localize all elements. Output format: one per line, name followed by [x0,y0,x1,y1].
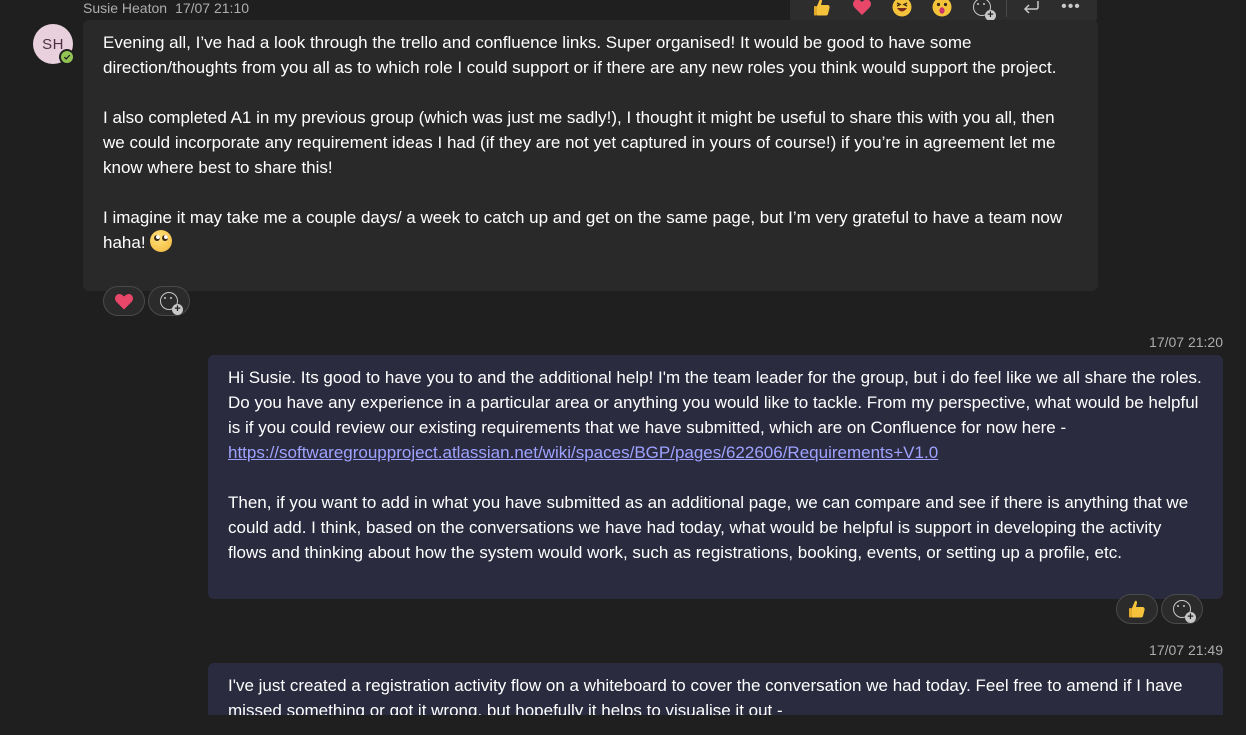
message-action-toolbar: ••• [790,0,1097,22]
sender-name: Susie Heaton [83,0,168,16]
add-reaction-pill[interactable] [1161,594,1203,624]
message-paragraph-text: I imagine it may take me a couple days/ … [103,208,1063,252]
confluence-requirements-link[interactable]: https://softwaregroupproject.atlassian.n… [228,443,938,462]
laugh-icon [892,0,912,17]
toolbar-divider [1006,0,1007,17]
message-header: Susie Heaton 17/07 21:10 [83,0,249,16]
message-paragraph: Evening all, I’ve had a look through the… [103,33,1057,77]
check-icon [63,54,71,60]
heart-reaction-pill[interactable] [103,286,145,316]
more-options-button[interactable]: ••• [1051,0,1091,22]
rolling-eyes-emoji-icon [149,230,172,252]
message-time: 17/07 21:10 [175,0,250,16]
thumbs-up-icon [1129,600,1145,618]
add-reaction-icon [160,292,183,315]
heart-icon [853,0,871,15]
avatar-initials: SH [42,35,64,53]
message-paragraph: I imagine it may take me a couple days/ … [103,205,1078,255]
heart-reaction-button[interactable] [842,0,882,22]
laugh-reaction-button[interactable] [882,0,922,22]
add-reaction-icon [1173,600,1196,623]
thumbs-up-reaction-pill[interactable] [1116,594,1158,624]
heart-icon [115,294,133,310]
reply-icon [1023,1,1039,14]
message-paragraph: Then, if you want to add in what you hav… [228,493,1189,562]
add-reaction-pill[interactable] [148,286,190,316]
message-body: Evening all, I’ve had a look through the… [103,30,1078,255]
incoming-message-bubble[interactable]: Evening all, I’ve had a look through the… [83,20,1098,291]
message-paragraph: I also completed A1 in my previous group… [103,108,1056,177]
message-paragraph: Hi Susie. Its good to have you to and th… [228,365,1203,465]
thumbs-up-reaction-button[interactable] [802,0,842,22]
more-options-icon: ••• [1061,0,1081,15]
thumbs-up-icon [814,0,830,16]
add-reaction-button[interactable] [962,0,1002,22]
add-reaction-icon [973,0,996,21]
surprised-icon [932,0,952,17]
outgoing-message-bubble[interactable]: Hi Susie. Its good to have you to and th… [208,355,1223,599]
message-body: Hi Susie. Its good to have you to and th… [228,365,1203,565]
message-paragraph-text: Hi Susie. Its good to have you to and th… [228,368,1202,437]
reply-button[interactable] [1011,0,1051,22]
surprised-reaction-button[interactable] [922,0,962,22]
message-time: 17/07 21:20 [1149,334,1223,350]
viewport-bottom-edge [0,715,1246,735]
presence-available-icon [59,49,75,65]
message-time: 17/07 21:49 [1149,642,1223,658]
chat-thread: ••• Susie Heaton 17/07 21:10 SH Evening a… [0,0,1246,735]
